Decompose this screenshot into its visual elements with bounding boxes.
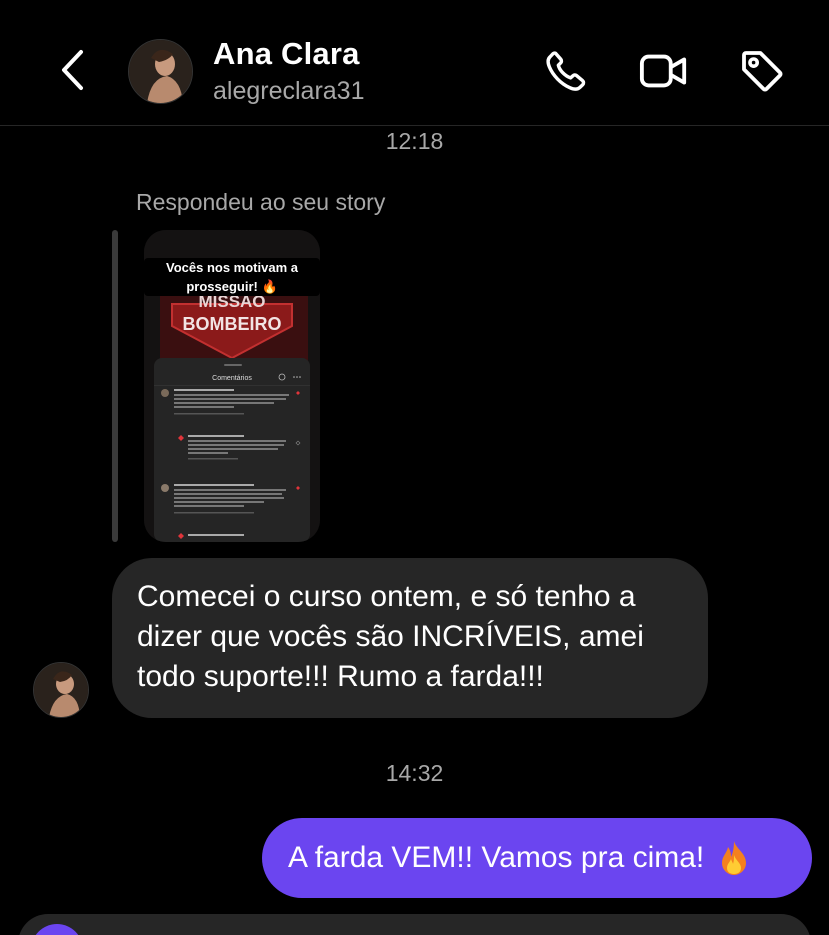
outgoing-message-bubble[interactable]: A farda VEM!! Vamos pra cima! <box>262 818 812 898</box>
camera-button[interactable] <box>31 924 83 935</box>
audio-call-button[interactable] <box>541 46 591 96</box>
message-timestamp: 14:32 <box>385 760 444 786</box>
story-reply-label: Respondeu ao seu story <box>136 189 386 215</box>
video-call-button[interactable] <box>639 46 689 96</box>
story-preview-thumbnail[interactable]: MISSÃO BOMBEIRO Comentários Vocês nos mo… <box>144 230 320 542</box>
back-chevron-icon <box>62 50 83 90</box>
svg-text:BOMBEIRO: BOMBEIRO <box>183 314 282 334</box>
message-composer[interactable] <box>18 914 811 935</box>
chat-header: Ana Clara alegreclara31 <box>0 0 829 126</box>
contact-username[interactable]: alegreclara31 <box>213 77 365 106</box>
contact-avatar[interactable] <box>128 39 193 104</box>
phone-icon <box>546 51 586 91</box>
sender-avatar[interactable] <box>33 662 89 718</box>
reply-indicator-bar <box>112 230 118 542</box>
outgoing-message-text: A farda VEM!! Vamos pra cima! <box>288 841 705 874</box>
video-camera-icon <box>639 54 687 88</box>
message-timestamp: 12:18 <box>385 128 444 154</box>
tag-button[interactable] <box>737 46 787 96</box>
fire-emoji-icon <box>718 839 750 877</box>
tag-icon <box>742 51 783 92</box>
incoming-message-bubble[interactable]: Comecei o curso ontem, e só tenho a dize… <box>112 558 708 718</box>
dm-thread-screen: Ana Clara alegreclara31 12:18 Respondeu … <box>0 0 829 935</box>
contact-name[interactable]: Ana Clara <box>213 36 360 72</box>
back-button[interactable] <box>52 48 92 92</box>
story-overlay-text: Vocês nos motivam a prosseguir! 🔥 <box>144 258 320 296</box>
story-text-overlay: Vocês nos motivam a prosseguir! 🔥 <box>144 258 320 296</box>
svg-text:Comentários: Comentários <box>212 375 252 382</box>
